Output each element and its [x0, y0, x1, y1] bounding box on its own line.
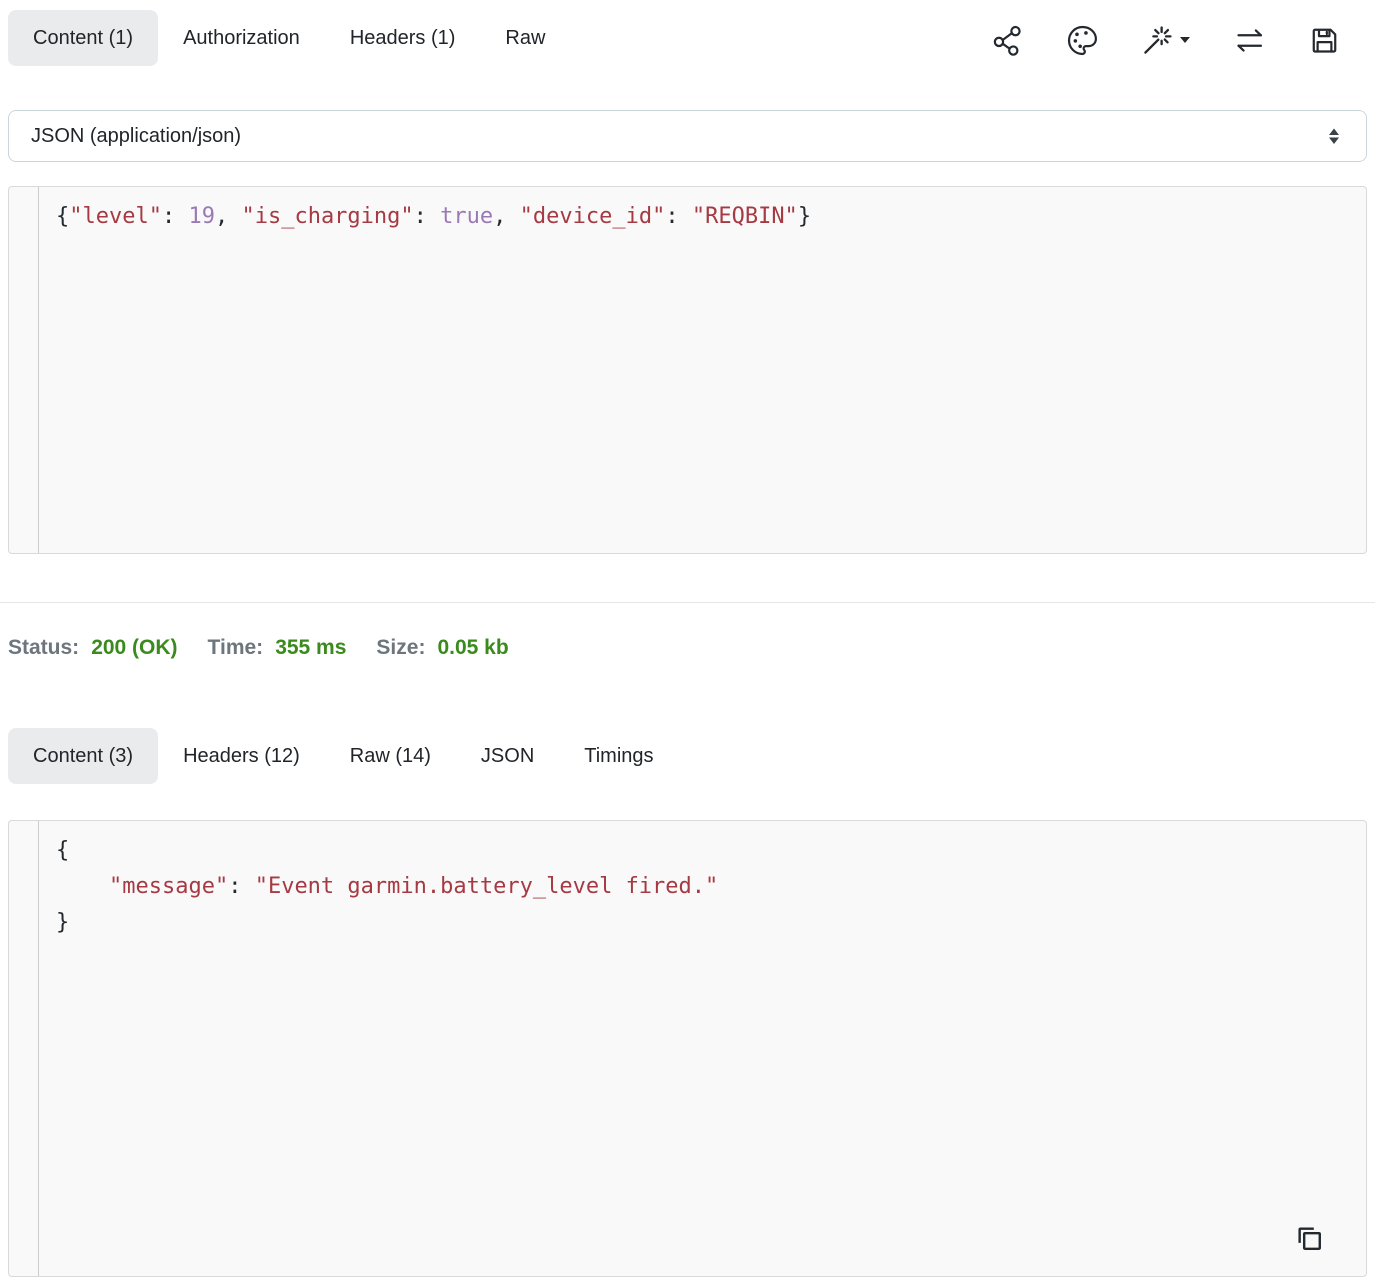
- status-value: 0.05 kb: [437, 635, 508, 661]
- tab-label: Raw (14): [350, 745, 431, 768]
- tab-label: JSON: [481, 745, 534, 768]
- palette-icon[interactable]: [1066, 24, 1099, 57]
- tab-response-json[interactable]: JSON: [456, 728, 559, 784]
- tab-label: Timings: [584, 745, 653, 768]
- tab-request-content[interactable]: Content (1): [8, 10, 158, 66]
- request-tab-bar: Content (1) Authorization Headers (1) Ra…: [8, 10, 1367, 66]
- tab-response-timings[interactable]: Timings: [559, 728, 678, 784]
- share-icon[interactable]: [991, 24, 1024, 57]
- swap-icon[interactable]: [1233, 24, 1266, 57]
- tab-request-headers[interactable]: Headers (1): [325, 10, 481, 66]
- magic-wand-icon[interactable]: [1141, 24, 1191, 57]
- section-divider: [0, 602, 1375, 603]
- status-label: Size:: [376, 635, 425, 661]
- content-type-select[interactable]: JSON (application/json): [8, 110, 1367, 162]
- tab-label: Raw: [505, 27, 545, 50]
- response-tab-bar: Content (3) Headers (12) Raw (14) JSON T…: [8, 728, 1367, 784]
- tab-label: Content (3): [33, 745, 133, 768]
- response-status-bar: Status: 200 (OK) Time: 355 ms Size: 0.05…: [8, 635, 1367, 661]
- request-body-code[interactable]: {"level": 19, "is_charging": true, "devi…: [40, 187, 1366, 553]
- save-icon[interactable]: [1308, 24, 1341, 57]
- request-toolbar: [991, 14, 1367, 66]
- line-number-gutter: [9, 821, 39, 1276]
- content-type-selected-value: JSON (application/json): [31, 125, 241, 148]
- tab-request-raw[interactable]: Raw: [480, 10, 570, 66]
- line-number-gutter: [9, 187, 39, 553]
- copy-icon[interactable]: [1292, 1221, 1326, 1260]
- status-value: 355 ms: [275, 635, 346, 661]
- tab-request-authorization[interactable]: Authorization: [158, 10, 325, 66]
- status-label: Time:: [208, 635, 264, 661]
- response-body-viewer: { "message": "Event garmin.battery_level…: [8, 820, 1367, 1277]
- response-body-code: { "message": "Event garmin.battery_level…: [40, 821, 1366, 1276]
- tab-label: Authorization: [183, 27, 300, 50]
- tab-label: Content (1): [33, 27, 133, 50]
- status-size: Size: 0.05 kb: [376, 635, 508, 661]
- request-body-editor[interactable]: {"level": 19, "is_charging": true, "devi…: [8, 186, 1367, 554]
- select-caret-icon: [1324, 125, 1344, 147]
- tab-response-content[interactable]: Content (3): [8, 728, 158, 784]
- tab-label: Headers (1): [350, 27, 456, 50]
- status-value: 200 (OK): [91, 635, 177, 661]
- chevron-down-icon: [1179, 36, 1191, 44]
- status-time: Time: 355 ms: [208, 635, 347, 661]
- tab-response-headers[interactable]: Headers (12): [158, 728, 325, 784]
- tab-response-raw[interactable]: Raw (14): [325, 728, 456, 784]
- status-label: Status:: [8, 635, 79, 661]
- status-code: Status: 200 (OK): [8, 635, 178, 661]
- tab-label: Headers (12): [183, 745, 300, 768]
